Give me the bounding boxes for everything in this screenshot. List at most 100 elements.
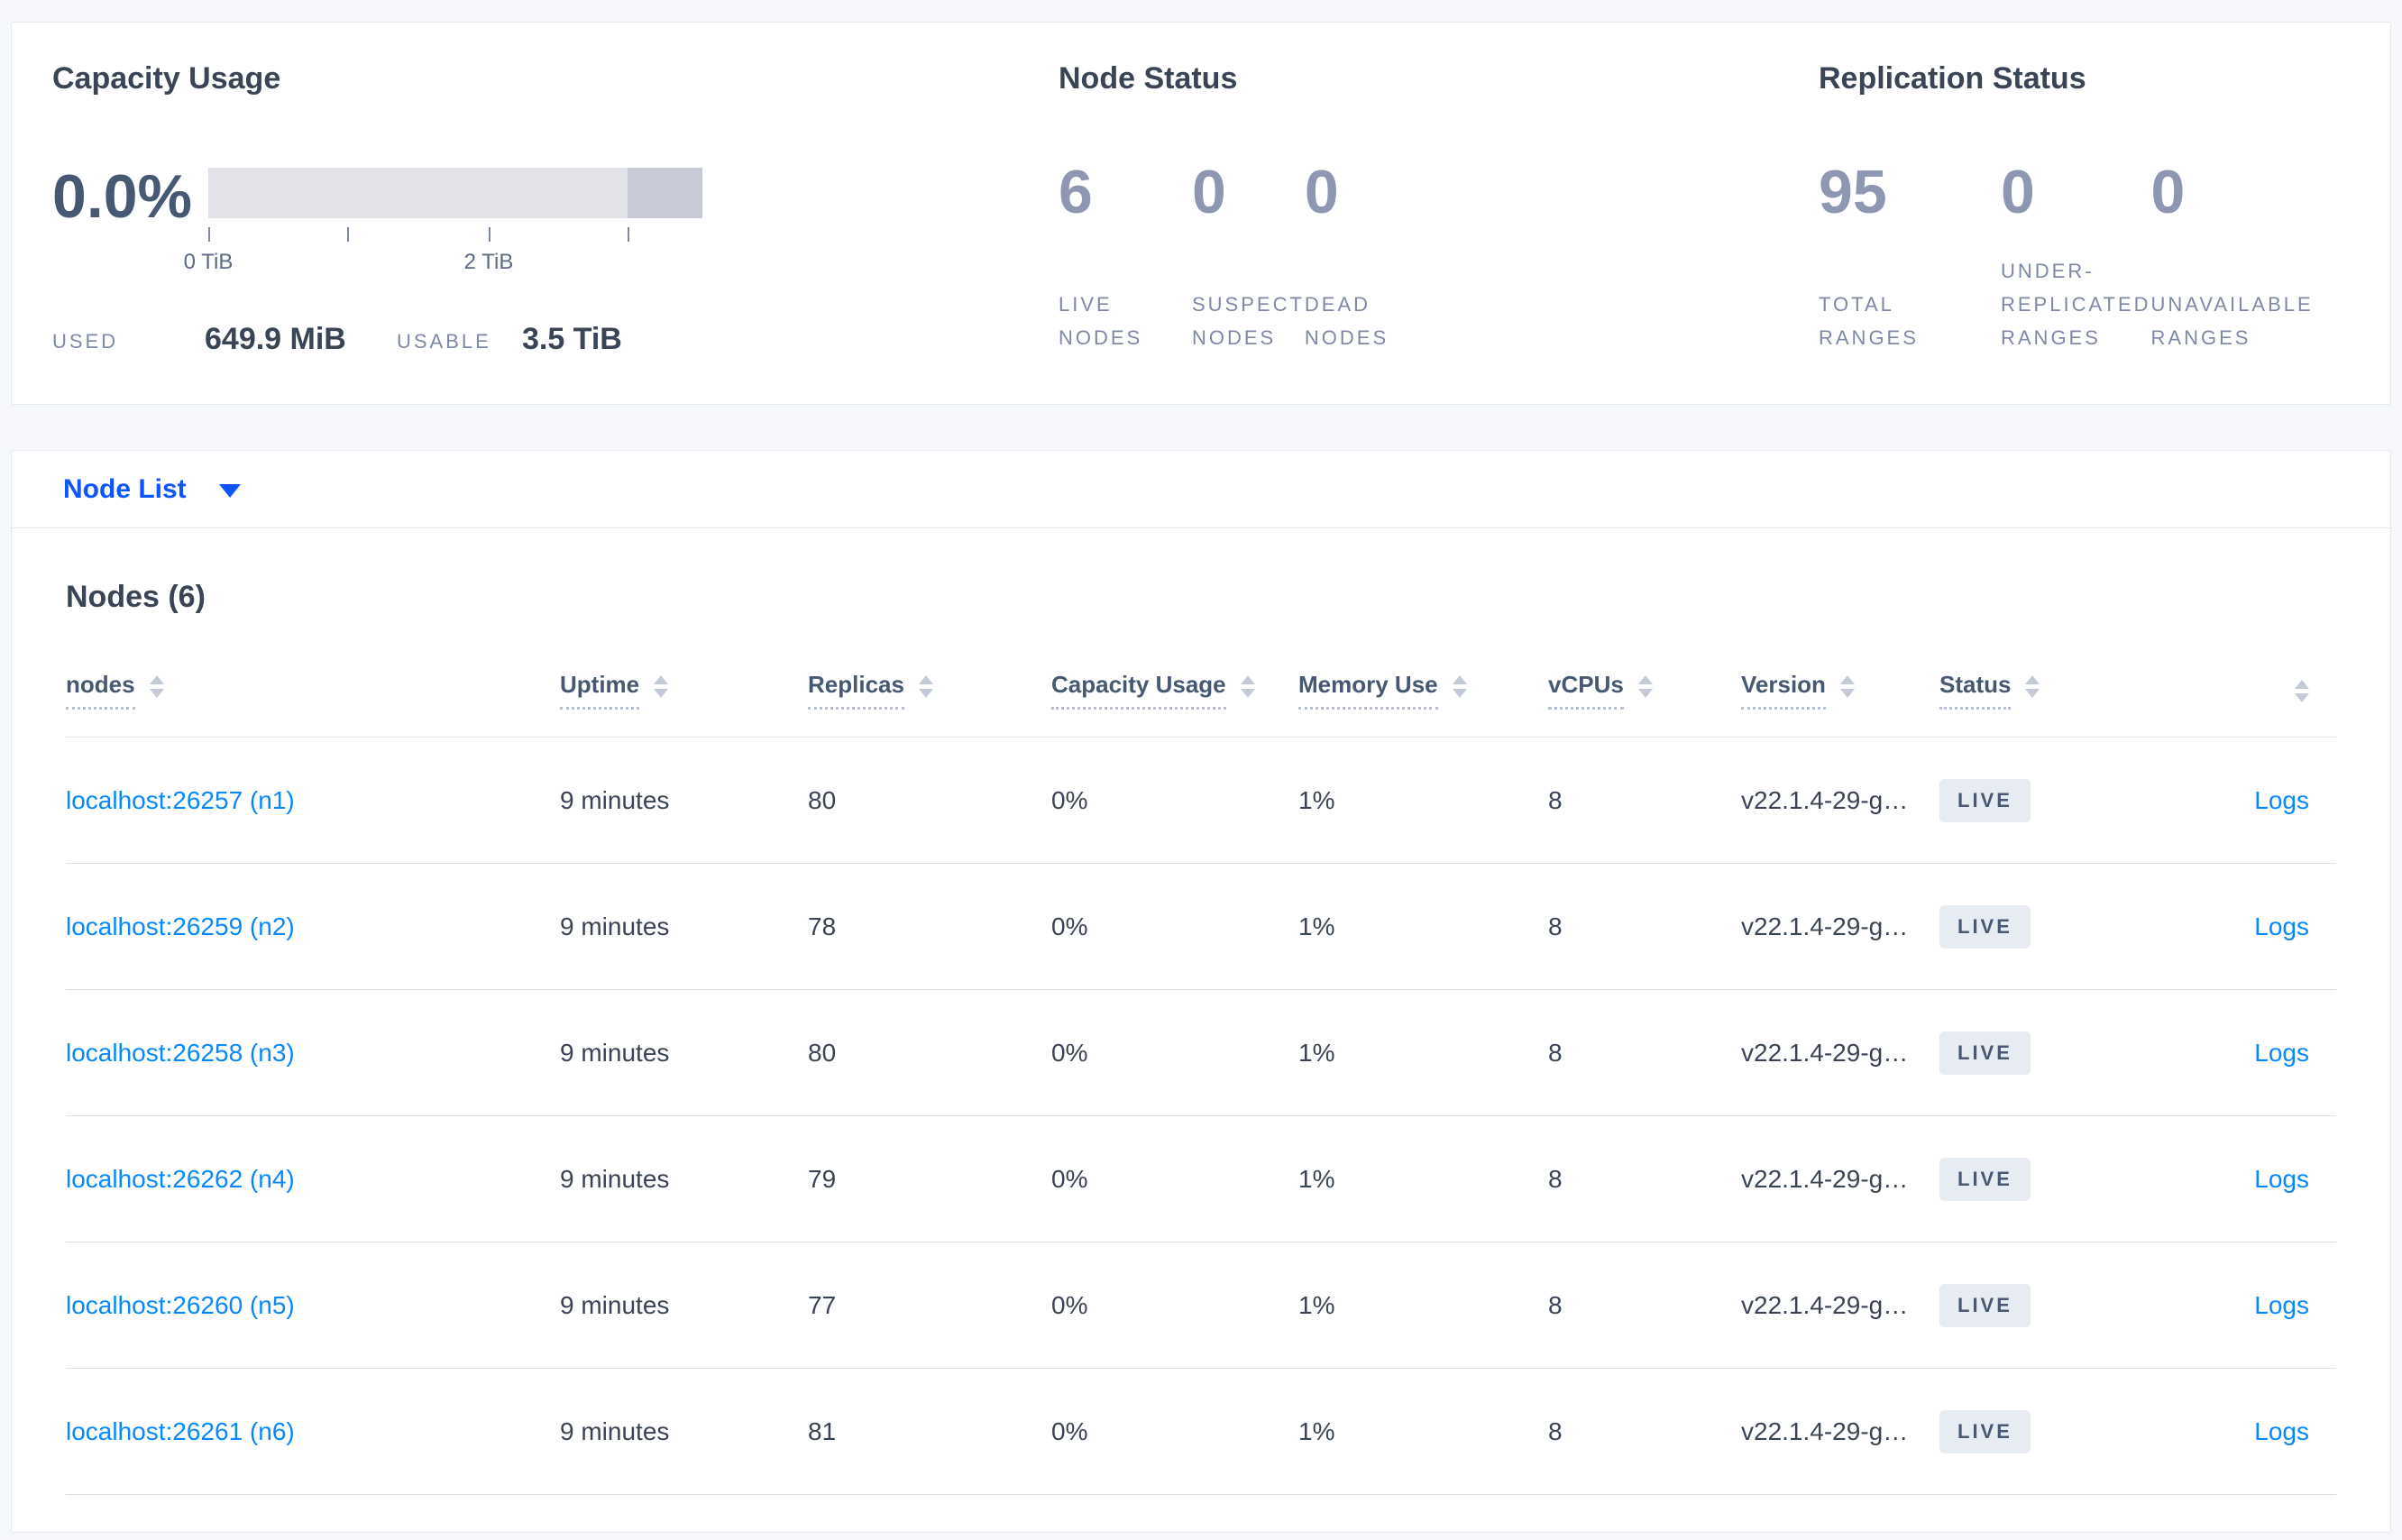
capacity-usage-cell: 0% bbox=[1051, 785, 1088, 814]
logs-link[interactable]: Logs bbox=[2254, 786, 2309, 814]
table-row: localhost:26257 (n1) 9 minutes 80 0% 1% … bbox=[66, 738, 2336, 864]
used-value: 649.9 MiB bbox=[205, 322, 346, 356]
replicas-cell: 81 bbox=[808, 1416, 837, 1445]
sort-ascending-icon bbox=[1839, 675, 1855, 684]
sort-icon bbox=[1839, 675, 1855, 698]
stat-column: 0 DEAD NODES bbox=[1305, 160, 1389, 354]
column-header[interactable]: Replicas bbox=[808, 671, 1051, 710]
node-link[interactable]: localhost:26258 (n3) bbox=[66, 1039, 295, 1067]
capacity-usage-title: Capacity Usage bbox=[52, 61, 281, 96]
sort-descending-icon bbox=[1839, 689, 1855, 698]
table-header-row: nodes Uptime Replicas Capacity Usage Mem… bbox=[66, 671, 2336, 738]
capacity-usage-cell: 0% bbox=[1051, 1038, 1088, 1067]
status-badge: LIVE bbox=[1939, 1157, 2031, 1201]
sort-ascending-icon bbox=[1240, 675, 1255, 684]
column-header[interactable]: vCPUs bbox=[1548, 671, 1741, 710]
version-cell: v22.1.4-29-g… bbox=[1741, 1290, 1909, 1319]
column-header[interactable]: Memory Use bbox=[1298, 671, 1548, 710]
logs-link[interactable]: Logs bbox=[2254, 912, 2309, 940]
replicas-cell: 79 bbox=[808, 1164, 837, 1193]
node-link[interactable]: localhost:26257 (n1) bbox=[66, 786, 295, 814]
uptime-cell: 9 minutes bbox=[560, 1038, 670, 1067]
logs-link[interactable]: Logs bbox=[2254, 1165, 2309, 1193]
stat-label: DEAD NODES bbox=[1304, 293, 1389, 349]
node-link[interactable]: localhost:26261 (n6) bbox=[66, 1417, 295, 1445]
table-row: localhost:26260 (n5) 9 minutes 77 0% 1% … bbox=[66, 1242, 2336, 1369]
replicas-cell: 80 bbox=[808, 785, 837, 814]
version-cell: v22.1.4-29-g… bbox=[1741, 912, 1909, 940]
sort-descending-icon bbox=[2295, 693, 2309, 702]
sort-icon bbox=[1637, 675, 1653, 698]
sort-descending-icon bbox=[1452, 689, 1467, 698]
column-header[interactable]: Uptime bbox=[560, 671, 808, 710]
node-link[interactable]: localhost:26259 (n2) bbox=[66, 912, 295, 940]
capacity-usage-panel: Capacity Usage 0.0% 0 TiB 2 TiB USED 649… bbox=[52, 23, 846, 404]
stat-label: TOTAL RANGES bbox=[1819, 293, 1919, 349]
caret-down-icon bbox=[218, 484, 241, 498]
stat-label: UNAVAILABLE RANGES bbox=[2150, 293, 2314, 349]
stat-column: 95 TOTAL RANGES bbox=[1819, 160, 2001, 354]
capacity-usage-cell: 0% bbox=[1051, 1416, 1088, 1445]
status-badge: LIVE bbox=[1939, 778, 2031, 822]
column-header[interactable]: nodes bbox=[66, 671, 560, 710]
column-header[interactable]: Status bbox=[1939, 671, 2147, 710]
usable-value: 3.5 TiB bbox=[522, 322, 622, 356]
uptime-cell: 9 minutes bbox=[560, 1416, 670, 1445]
table-row: localhost:26258 (n3) 9 minutes 80 0% 1% … bbox=[66, 990, 2336, 1116]
stat-label: UNDER- REPLICATED RANGES bbox=[2001, 260, 2151, 349]
stat-value: 0 bbox=[1304, 158, 1339, 226]
capacity-usage-cell: 0% bbox=[1051, 1290, 1088, 1319]
uptime-cell: 9 minutes bbox=[560, 1290, 670, 1319]
sort-ascending-icon bbox=[1452, 675, 1467, 684]
sort-ascending-icon bbox=[149, 675, 164, 684]
column-header-label: Capacity Usage bbox=[1051, 671, 1226, 710]
table-row: localhost:26259 (n2) 9 minutes 78 0% 1% … bbox=[66, 864, 2336, 990]
stat-value: 95 bbox=[1819, 158, 1887, 226]
node-status-title: Node Status bbox=[1059, 61, 1238, 96]
view-selector-bar: Node List bbox=[11, 450, 2391, 528]
stat-label: LIVE NODES bbox=[1059, 293, 1143, 349]
memory-use-cell: 1% bbox=[1298, 1416, 1335, 1445]
nodes-table-title: Nodes (6) bbox=[66, 580, 206, 614]
column-header-label: Version bbox=[1741, 671, 1826, 710]
column-header[interactable]: Capacity Usage bbox=[1051, 671, 1298, 710]
sort-descending-icon bbox=[2025, 689, 2040, 698]
sort-icon bbox=[2295, 680, 2309, 702]
replication-status-stats: 95 TOTAL RANGES 0 UNDER- REPLICATED RANG… bbox=[1819, 160, 2314, 354]
node-link[interactable]: localhost:26262 (n4) bbox=[66, 1165, 295, 1193]
sort-icon bbox=[918, 675, 933, 698]
axis-label-0tib: 0 TiB bbox=[183, 250, 234, 274]
memory-use-cell: 1% bbox=[1298, 1038, 1335, 1067]
vcpus-cell: 8 bbox=[1548, 1290, 1563, 1319]
capacity-bar-chart: 0 TiB 2 TiB bbox=[184, 168, 702, 285]
sort-descending-icon bbox=[1637, 689, 1653, 698]
node-link[interactable]: localhost:26260 (n5) bbox=[66, 1291, 295, 1319]
stat-label: SUSPECT NODES bbox=[1192, 293, 1305, 349]
status-badge: LIVE bbox=[1939, 1031, 2031, 1075]
stat-column: 6 LIVE NODES bbox=[1059, 160, 1192, 354]
node-list-dropdown[interactable]: Node List bbox=[63, 451, 241, 527]
vcpus-cell: 8 bbox=[1548, 1416, 1563, 1445]
column-header-label: Memory Use bbox=[1298, 671, 1438, 710]
capacity-usage-summary: USED 649.9 MiB USABLE 3.5 TiB bbox=[52, 320, 846, 362]
column-header[interactable] bbox=[2147, 680, 2336, 710]
status-badge: LIVE bbox=[1939, 1283, 2031, 1327]
column-header-label: Status bbox=[1939, 671, 2012, 710]
logs-link[interactable]: Logs bbox=[2254, 1417, 2309, 1445]
replicas-cell: 77 bbox=[808, 1290, 837, 1319]
table-body: localhost:26257 (n1) 9 minutes 80 0% 1% … bbox=[66, 738, 2336, 1495]
uptime-cell: 9 minutes bbox=[560, 912, 670, 940]
logs-link[interactable]: Logs bbox=[2254, 1039, 2309, 1067]
sort-icon bbox=[2025, 675, 2040, 698]
logs-link[interactable]: Logs bbox=[2254, 1291, 2309, 1319]
status-badge: LIVE bbox=[1939, 904, 2031, 949]
sort-ascending-icon bbox=[654, 675, 669, 684]
version-cell: v22.1.4-29-g… bbox=[1741, 785, 1909, 814]
uptime-cell: 9 minutes bbox=[560, 1164, 670, 1193]
sort-icon bbox=[1452, 675, 1467, 698]
column-header[interactable]: Version bbox=[1741, 671, 1939, 710]
vcpus-cell: 8 bbox=[1548, 912, 1563, 940]
sort-descending-icon bbox=[149, 689, 164, 698]
used-label: USED bbox=[52, 330, 119, 353]
node-list-dropdown-label: Node List bbox=[63, 473, 187, 504]
